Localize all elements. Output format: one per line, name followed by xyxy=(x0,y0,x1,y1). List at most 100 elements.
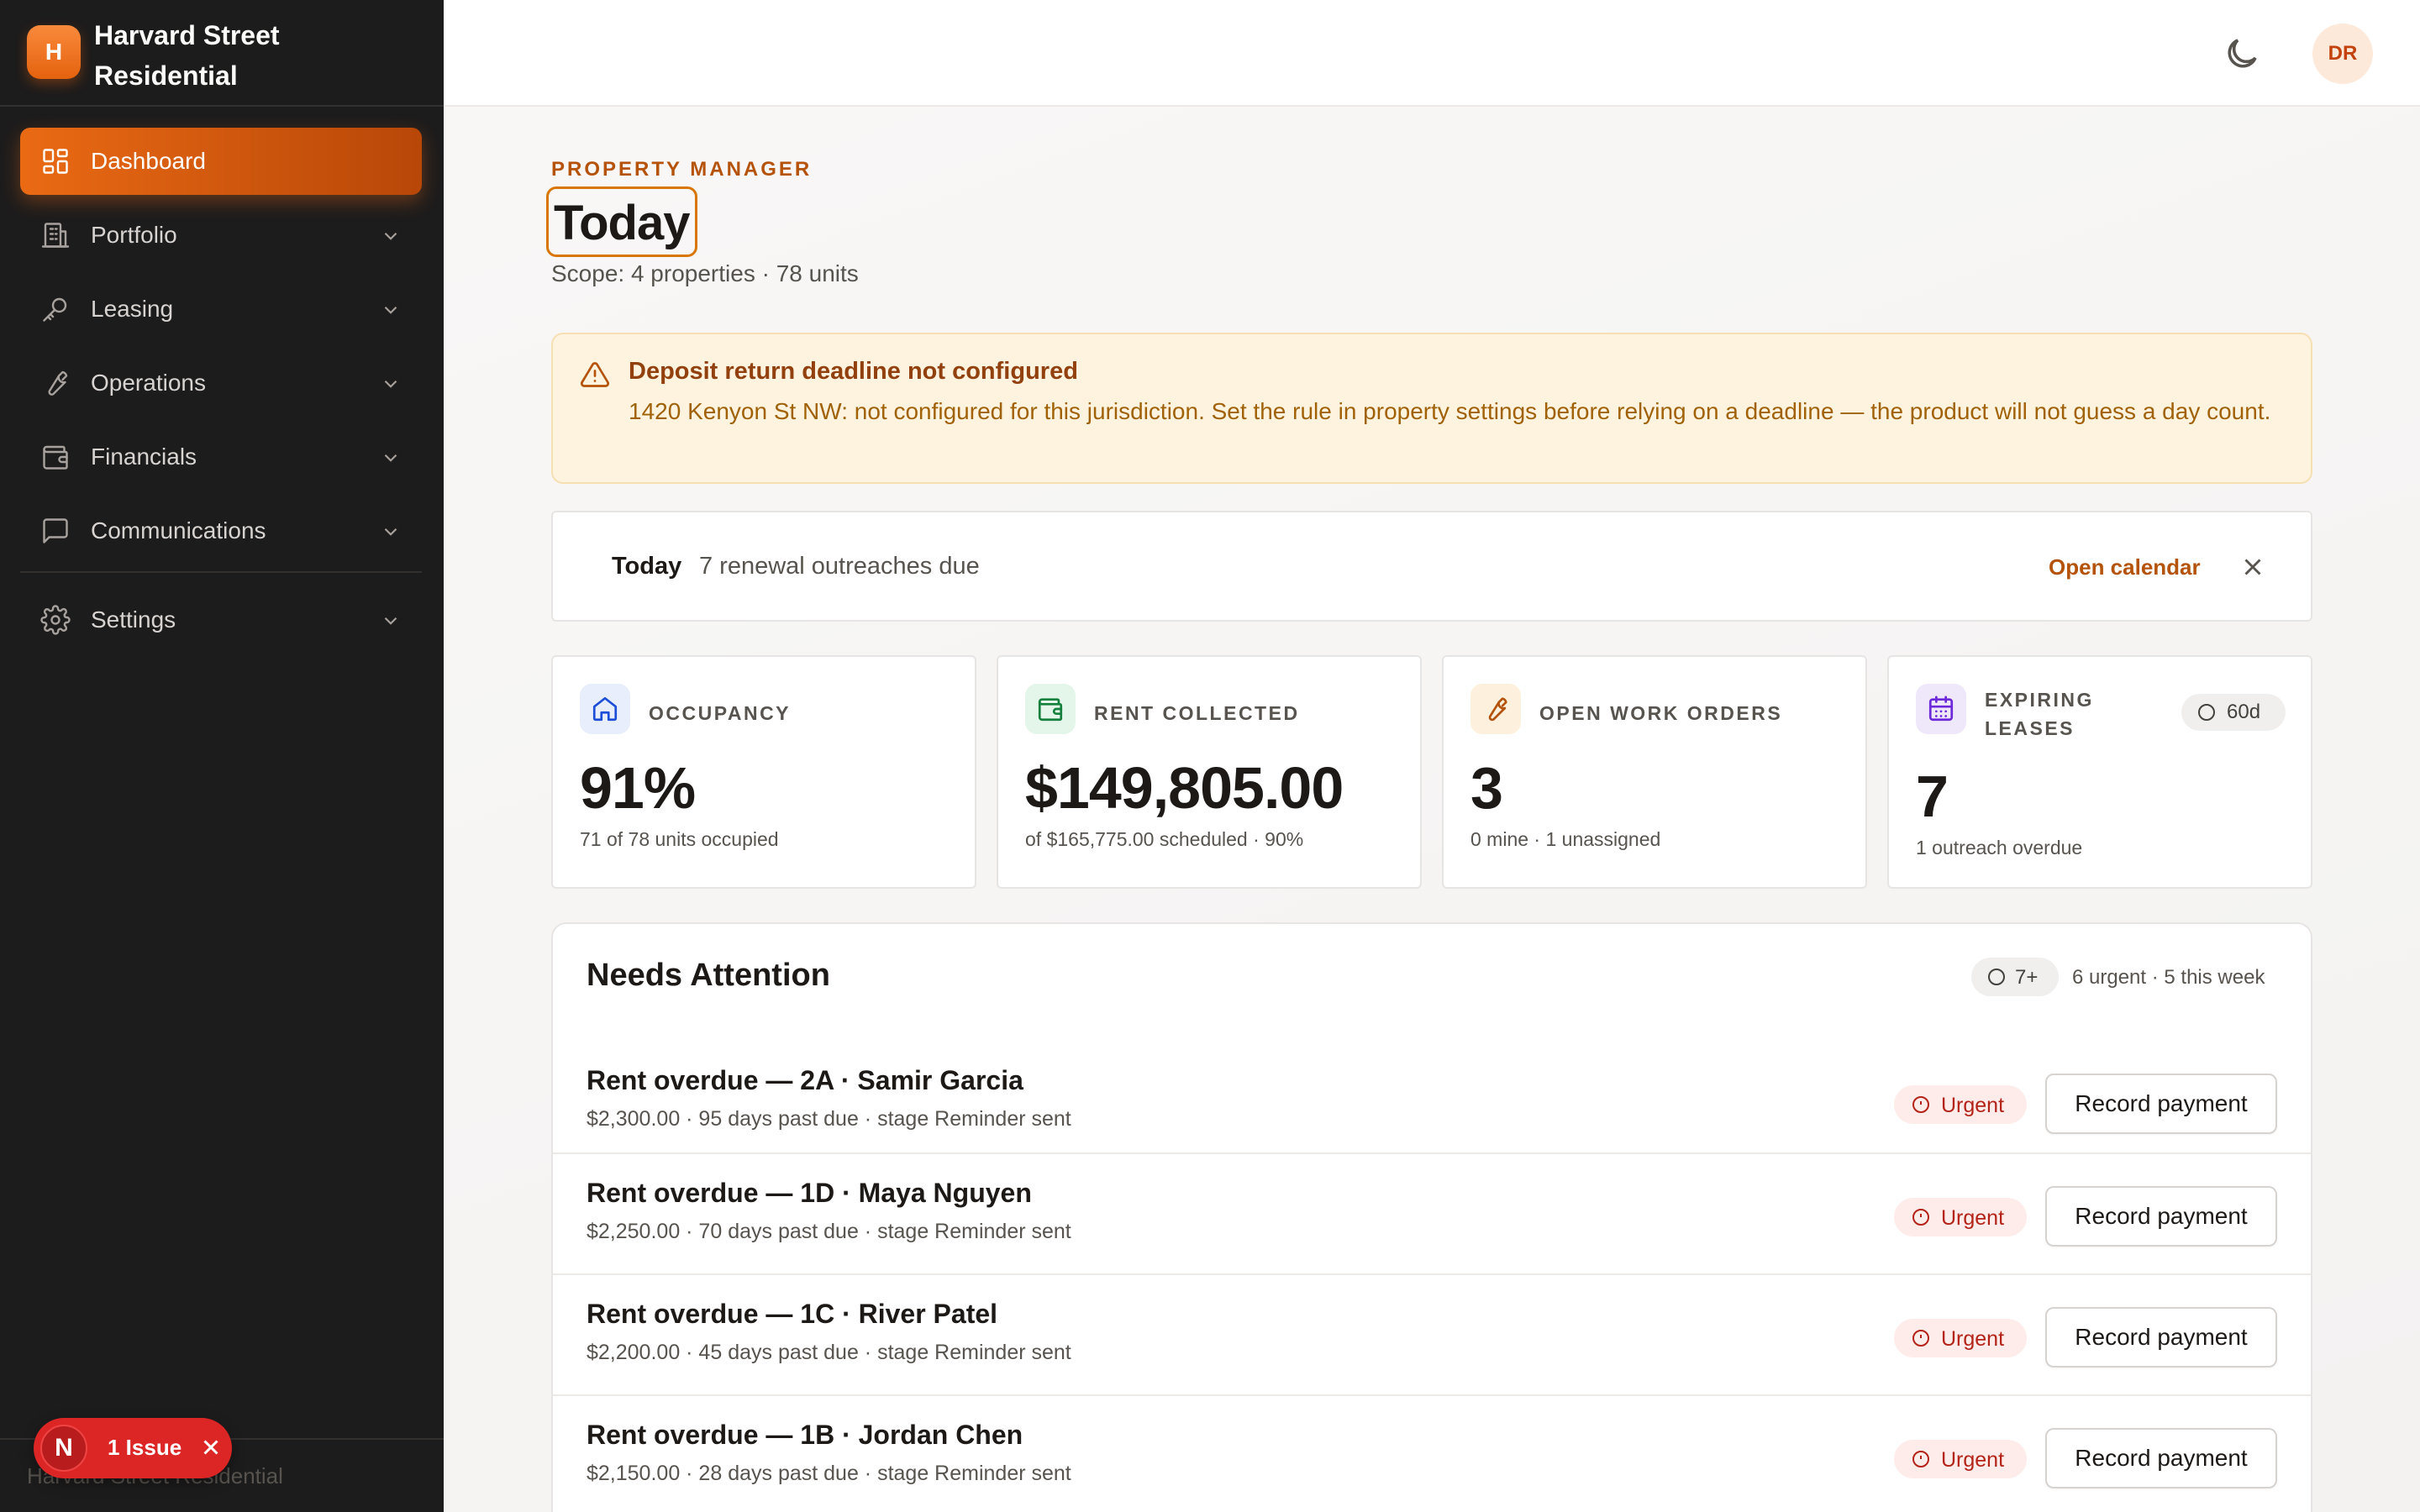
sidebar-item-label: Operations xyxy=(91,370,206,396)
stat-subtext: 71 of 78 units occupied xyxy=(580,828,779,850)
stat-label: RENT COLLECTED xyxy=(1094,702,1300,724)
stat-card-expiring-leases[interactable]: EXPIRING LEASES 60d 7 1 outreach overdue xyxy=(1887,655,2312,889)
clock-icon xyxy=(1986,967,2007,987)
badge-text: 60d xyxy=(2227,701,2261,723)
status-badge: Urgent xyxy=(1894,1319,2027,1357)
gear-icon xyxy=(40,605,71,635)
chevron-down-icon xyxy=(380,225,402,247)
status-text: Urgent xyxy=(1941,1448,2005,1472)
alert-circle-icon xyxy=(1911,1328,1931,1348)
wallet-icon xyxy=(1025,684,1076,734)
sidebar-item-financials[interactable]: Financials xyxy=(20,423,422,491)
item-subtext: $2,250.00 · 70 days past due · stage Rem… xyxy=(587,1220,1071,1243)
sidebar-item-portfolio[interactable]: Portfolio xyxy=(20,202,422,269)
wrench-icon xyxy=(40,368,71,398)
record-payment-button[interactable]: Record payment xyxy=(2045,1186,2277,1247)
chevron-down-icon xyxy=(380,299,402,321)
issue-avatar: N xyxy=(40,1425,87,1472)
stat-value: 91% xyxy=(580,755,696,821)
item-title: Rent overdue — 1B · Jordan Chen xyxy=(587,1420,1023,1450)
item-subtext: $2,300.00 · 95 days past due · stage Rem… xyxy=(587,1107,1071,1131)
clock-icon xyxy=(2196,702,2217,722)
sidebar-item-leasing[interactable]: Leasing xyxy=(20,276,422,343)
page-eyebrow: PROPERTY MANAGER xyxy=(551,158,813,181)
list-item[interactable]: Rent overdue — 1C · River Patel $2,200.0… xyxy=(553,1273,2311,1394)
open-calendar-link[interactable]: Open calendar xyxy=(2049,554,2201,580)
item-subtext: $2,150.00 · 28 days past due · stage Rem… xyxy=(587,1462,1071,1485)
sidebar-item-operations[interactable]: Operations xyxy=(20,349,422,417)
home-icon xyxy=(580,684,630,734)
chevron-down-icon xyxy=(380,373,402,395)
app-root: H Harvard Street Residential Dashboard P… xyxy=(0,0,2420,1512)
item-title: Rent overdue — 1C · River Patel xyxy=(587,1299,998,1329)
key-icon xyxy=(40,294,71,324)
alert-title: Deposit return deadline not configured xyxy=(629,358,1078,385)
sidebar-item-label: Portfolio xyxy=(91,222,177,248)
topbar xyxy=(444,0,2420,107)
status-badge: Urgent xyxy=(1894,1440,2027,1478)
sidebar-item-label: Dashboard xyxy=(91,148,206,174)
stat-value: $149,805.00 xyxy=(1025,755,1344,821)
close-icon[interactable] xyxy=(2238,553,2267,581)
stat-card-open-work-orders[interactable]: OPEN WORK ORDERS 3 0 mine · 1 unassigned xyxy=(1442,655,1867,889)
close-icon[interactable] xyxy=(198,1435,224,1460)
badge-text: 7+ xyxy=(2015,966,2039,989)
building-icon xyxy=(40,220,71,250)
issues-indicator-button[interactable]: N 1 Issue xyxy=(34,1418,232,1478)
warning-icon xyxy=(580,360,610,390)
stat-subtext: of $165,775.00 scheduled · 90% xyxy=(1025,828,1304,850)
status-badge: Urgent xyxy=(1894,1085,2027,1124)
stat-subtext: 0 mine · 1 unassigned xyxy=(1470,828,1661,850)
stat-card-rent-collected[interactable]: RENT COLLECTED $149,805.00 of $165,775.0… xyxy=(997,655,1422,889)
sidebar-item-dashboard[interactable]: Dashboard xyxy=(20,128,422,195)
wrench-icon xyxy=(1470,684,1521,734)
chevron-down-icon xyxy=(380,447,402,469)
sidebar-item-settings[interactable]: Settings xyxy=(20,586,422,654)
status-badge: Urgent xyxy=(1894,1198,2027,1236)
sidebar-item-communications[interactable]: Communications xyxy=(20,497,422,564)
list-item[interactable]: Rent overdue — 2A · Samir Garcia $2,300.… xyxy=(553,1042,2311,1163)
message-icon xyxy=(40,516,71,546)
attention-count-badge: 7+ xyxy=(1971,958,2059,996)
attention-summary: 6 urgent · 5 this week xyxy=(2072,966,2265,989)
deposit-deadline-alert: Deposit return deadline not configured 1… xyxy=(551,333,2312,484)
needs-attention-panel: Needs Attention 7+ 6 urgent · 5 this wee… xyxy=(551,922,2312,1512)
status-text: Urgent xyxy=(1941,1327,2005,1351)
record-payment-button[interactable]: Record payment xyxy=(2045,1307,2277,1368)
record-payment-button[interactable]: Record payment xyxy=(2045,1074,2277,1134)
status-text: Urgent xyxy=(1941,1094,2005,1117)
user-avatar[interactable]: DR xyxy=(2312,24,2373,84)
sidebar-item-label: Communications xyxy=(91,517,266,543)
sidebar-item-label: Leasing xyxy=(91,296,174,322)
stat-value: 3 xyxy=(1470,755,1503,821)
scope-text: Scope: 4 properties · 78 units xyxy=(551,260,859,286)
list-item[interactable]: Rent overdue — 1D · Maya Nguyen $2,250.0… xyxy=(553,1152,2311,1273)
status-text: Urgent xyxy=(1941,1206,2005,1230)
lease-window-badge: 60d xyxy=(2181,694,2286,731)
stat-value: 7 xyxy=(1916,764,1949,829)
alert-circle-icon xyxy=(1911,1449,1931,1469)
stat-label: OCCUPANCY xyxy=(649,702,792,724)
moon-icon[interactable] xyxy=(2222,34,2262,74)
alert-circle-icon xyxy=(1911,1095,1931,1115)
alert-circle-icon xyxy=(1911,1207,1931,1227)
alert-body: 1420 Kenyon St NW: not configured for th… xyxy=(629,398,2271,424)
brand-logo: H xyxy=(27,25,81,79)
stat-subtext: 1 outreach overdue xyxy=(1916,837,2083,858)
list-item[interactable]: Rent overdue — 1B · Jordan Chen $2,150.0… xyxy=(553,1394,2311,1512)
record-payment-button[interactable]: Record payment xyxy=(2045,1428,2277,1488)
page-title: Today xyxy=(546,186,697,257)
chevron-down-icon xyxy=(380,521,402,543)
sidebar-item-label: Financials xyxy=(91,444,197,470)
dashboard-grid-icon xyxy=(40,146,71,176)
issue-count-label: 1 Issue xyxy=(108,1435,182,1460)
today-banner-label: Today xyxy=(612,553,682,580)
item-title: Rent overdue — 2A · Samir Garcia xyxy=(587,1065,1023,1095)
chevron-down-icon xyxy=(380,610,402,632)
stat-card-occupancy[interactable]: OCCUPANCY 91% 71 of 78 units occupied xyxy=(551,655,976,889)
sidebar: H Harvard Street Residential Dashboard P… xyxy=(0,0,444,1512)
wallet-icon xyxy=(40,442,71,472)
brand-name: Harvard Street Residential xyxy=(94,20,280,91)
section-title: Needs Attention xyxy=(587,958,830,993)
brand-header[interactable]: H Harvard Street Residential xyxy=(0,0,444,107)
